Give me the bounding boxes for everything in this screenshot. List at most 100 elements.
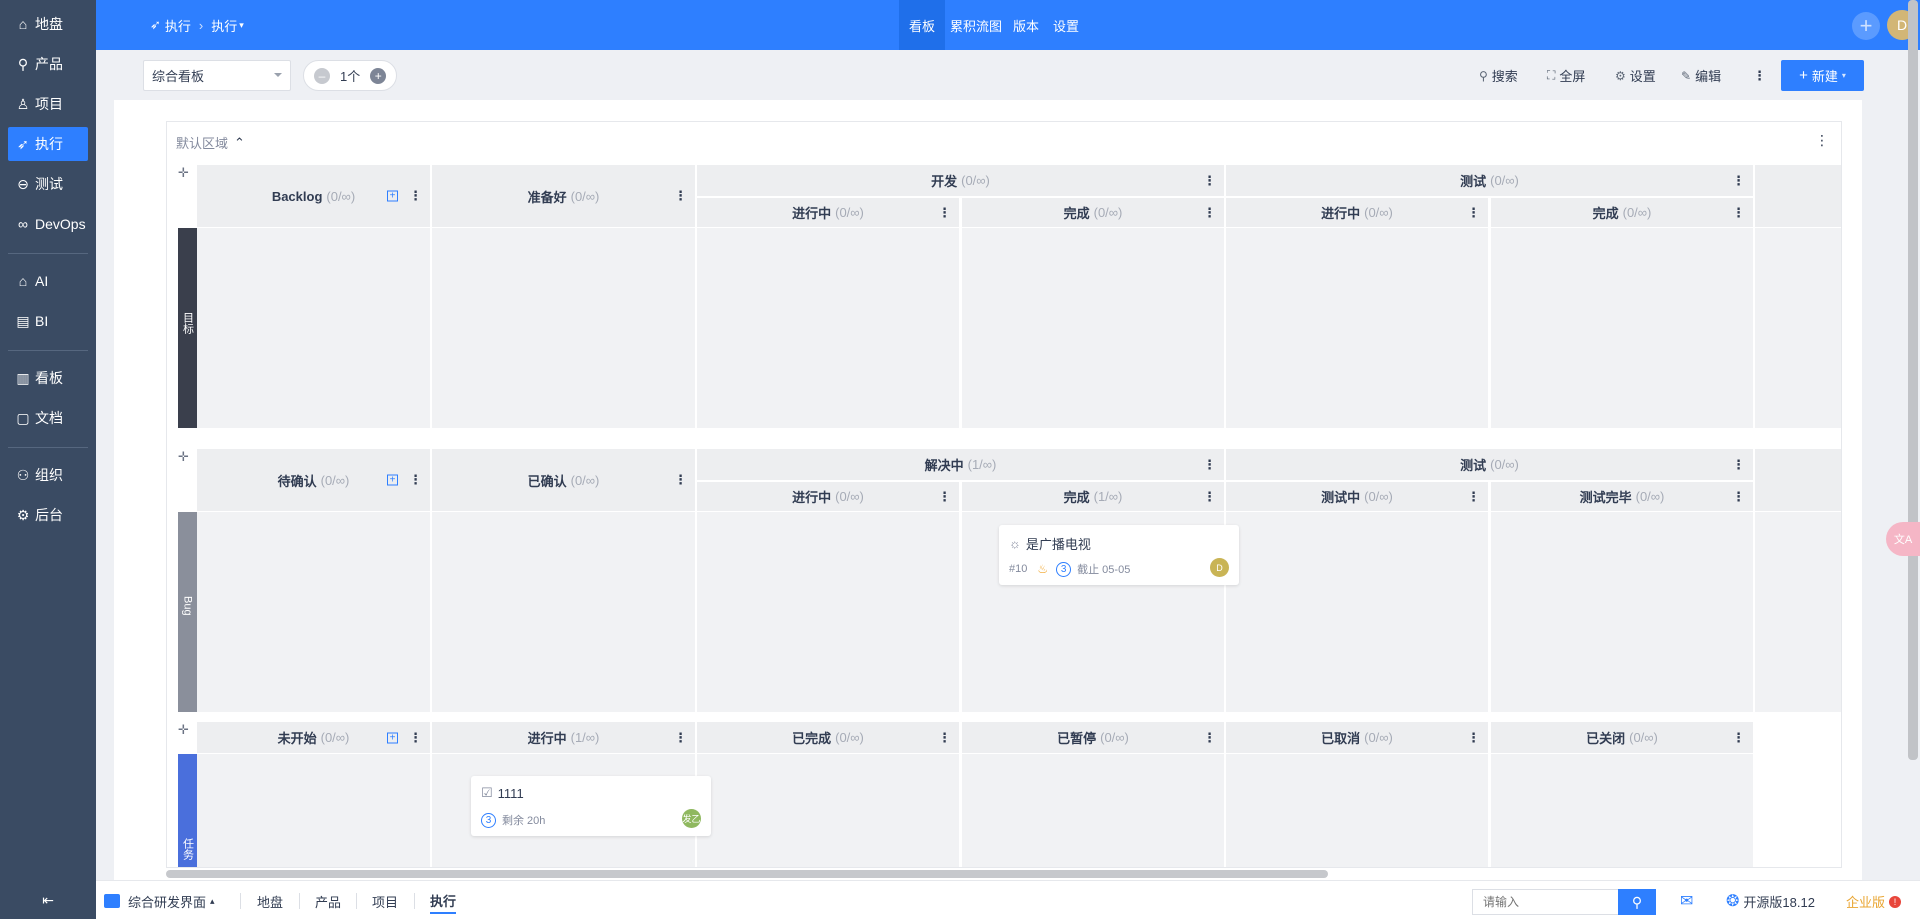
column-title: 完成	[1063, 206, 1090, 221]
tab-project[interactable]: 项目	[372, 888, 398, 914]
ai-chat-icon[interactable]: ✉	[1680, 891, 1693, 911]
drag-handle-icon[interactable]: ✛	[178, 449, 189, 465]
column-title: 已取消	[1321, 731, 1361, 746]
avatar[interactable]: D	[1210, 558, 1229, 577]
more-vertical-icon[interactable]: ⋮	[1732, 457, 1745, 473]
more-vertical-icon[interactable]: ⋮	[1203, 730, 1216, 746]
drag-handle-icon[interactable]: ✛	[178, 722, 189, 738]
more-vertical-icon[interactable]: ⋮	[1203, 205, 1216, 221]
card-title: ☼ 是广播电视	[1009, 534, 1091, 553]
fullscreen-button[interactable]: ⛶ 全屏	[1547, 60, 1585, 91]
column-count: (0/∞)	[1364, 489, 1393, 504]
divider	[299, 893, 300, 909]
chevron-up-icon: ▴	[210, 895, 215, 906]
sidebar-item-kanban[interactable]: ▥ 看板	[8, 361, 88, 395]
sub-column-header: 完成 (0/∞) ⋮	[1491, 198, 1753, 227]
search-input[interactable]	[1473, 890, 1625, 914]
more-vertical-icon[interactable]: ⋮	[1732, 205, 1745, 221]
more-vertical-icon[interactable]: ⋮	[409, 188, 422, 204]
sidebar-item-home[interactable]: ⌂ 地盘	[8, 7, 88, 41]
tab-cumulative-flow[interactable]: 累积流图	[948, 0, 1004, 50]
column-header: 已暂停 (0/∞) ⋮	[962, 722, 1224, 753]
floating-ai-button[interactable]: 文A	[1886, 522, 1920, 556]
avatar[interactable]: 发乙	[682, 809, 701, 828]
more-vertical-icon[interactable]: ⋮	[409, 472, 422, 488]
tab-kanban[interactable]: 看板	[899, 0, 945, 50]
column-title: 待确认	[277, 473, 317, 489]
more-vertical-icon[interactable]: ⋮	[938, 489, 951, 505]
column-body	[1491, 228, 1753, 428]
column-count: (0/∞)	[835, 489, 864, 504]
sidebar-item-admin[interactable]: ⚙ 后台	[8, 498, 88, 532]
more-vertical-icon[interactable]: ⋮	[674, 472, 687, 488]
more-vertical-icon[interactable]: ⋮	[1732, 730, 1745, 746]
bug-card[interactable]: ☼ 是广播电视 #10 ♨ 3 截止 05-05 D	[999, 525, 1239, 585]
sidebar-item-project[interactable]: ♙ 项目	[8, 87, 88, 121]
quick-create-button[interactable]: +	[1852, 12, 1880, 40]
horizontal-scrollbar[interactable]	[166, 870, 1328, 878]
more-vertical-icon[interactable]: ⋮	[1732, 489, 1745, 505]
more-actions-button[interactable]: ⋮	[1753, 60, 1766, 91]
tab-product[interactable]: 产品	[315, 888, 341, 914]
minus-icon[interactable]: –	[314, 67, 330, 84]
more-vertical-icon[interactable]: ⋮	[1467, 489, 1480, 505]
sidebar-item-execution[interactable]: ➶ 执行	[8, 127, 88, 161]
tab-execution[interactable]: 执行	[430, 888, 457, 914]
tab-settings[interactable]: 设置	[1048, 0, 1084, 50]
breadcrumb-current[interactable]: 执行	[211, 16, 237, 35]
rocket-icon: ➶	[150, 17, 161, 32]
card-title: ☑ 1111	[481, 785, 524, 801]
region-more-button[interactable]: ⋮	[1815, 132, 1829, 149]
search-button[interactable]: ⚲	[1618, 889, 1656, 915]
column-title: 测试	[1460, 458, 1487, 473]
add-card-icon[interactable]: +	[387, 474, 398, 486]
project-icon: ♙	[16, 95, 30, 112]
bug-icon: ☼	[1009, 536, 1021, 551]
more-vertical-icon[interactable]: ⋮	[1203, 457, 1216, 473]
enterprise-link[interactable]: 企业版 !	[1846, 892, 1902, 911]
tab-version[interactable]: 版本	[1008, 0, 1044, 50]
more-vertical-icon[interactable]: ⋮	[938, 205, 951, 221]
more-vertical-icon[interactable]: ⋮	[674, 188, 687, 204]
plus-icon: +	[1859, 13, 1873, 38]
kanban-toolbar: 综合看板 – 1个 + ⚲ 搜索 ⛶ 全屏 ⚙ 设置 ✎ 编辑 ⋮ + 新建 ▾	[96, 50, 1916, 100]
sidebar-item-test[interactable]: ⊖ 测试	[8, 167, 88, 201]
drag-handle-icon[interactable]: ✛	[178, 165, 189, 181]
card-meta: 3 剩余 20h	[481, 812, 545, 828]
settings-label: 设置	[1629, 69, 1656, 84]
more-vertical-icon[interactable]: ⋮	[1203, 173, 1216, 189]
tab-home[interactable]: 地盘	[257, 888, 283, 914]
more-vertical-icon[interactable]: ⋮	[1467, 205, 1480, 221]
more-vertical-icon[interactable]: ⋮	[1203, 489, 1216, 505]
column-header: 待确认 (0/∞) + ⋮	[197, 449, 430, 511]
version-info[interactable]: ❂ 开源版18.12	[1726, 891, 1815, 911]
add-card-icon[interactable]: +	[387, 190, 398, 202]
kanban-select[interactable]: 综合看板	[143, 60, 291, 91]
column-title: Backlog	[271, 188, 323, 204]
more-vertical-icon[interactable]: ⋮	[1732, 173, 1745, 189]
sidebar-item-label: 文档	[35, 410, 63, 426]
collapse-sidebar-button[interactable]: ⇤	[0, 881, 96, 919]
sidebar-item-product[interactable]: ⚲ 产品	[8, 47, 88, 81]
sidebar-item-doc[interactable]: ▢ 文档	[8, 401, 88, 435]
more-vertical-icon[interactable]: ⋮	[938, 730, 951, 746]
app-switcher[interactable]: 综合研发界面 ▴	[104, 890, 215, 912]
region-header[interactable]: 默认区域 ⌃	[176, 133, 245, 152]
plus-icon[interactable]: +	[370, 67, 387, 84]
vertical-scrollbar[interactable]	[1908, 0, 1918, 760]
breadcrumb-root[interactable]: 执行	[165, 16, 191, 35]
new-button[interactable]: + 新建 ▾	[1781, 60, 1864, 91]
edit-button[interactable]: ✎ 编辑	[1681, 60, 1721, 91]
sidebar-item-devops[interactable]: ∞ DevOps	[8, 207, 88, 241]
more-vertical-icon[interactable]: ⋮	[1467, 730, 1480, 746]
sidebar-item-org[interactable]: ⚇ 组织	[8, 458, 88, 492]
settings-button[interactable]: ⚙ 设置	[1615, 60, 1656, 91]
more-vertical-icon[interactable]: ⋮	[674, 730, 687, 746]
search-button[interactable]: ⚲ 搜索	[1479, 60, 1518, 91]
add-card-icon[interactable]: +	[387, 732, 398, 743]
sidebar-item-bi[interactable]: ▤ BI	[8, 304, 88, 338]
sidebar-item-ai[interactable]: ⌂ AI	[8, 264, 88, 298]
task-card[interactable]: ☑ 1111 3 剩余 20h 发乙	[471, 776, 711, 836]
quantity-stepper[interactable]: – 1个 +	[303, 60, 397, 91]
more-vertical-icon[interactable]: ⋮	[409, 730, 422, 746]
